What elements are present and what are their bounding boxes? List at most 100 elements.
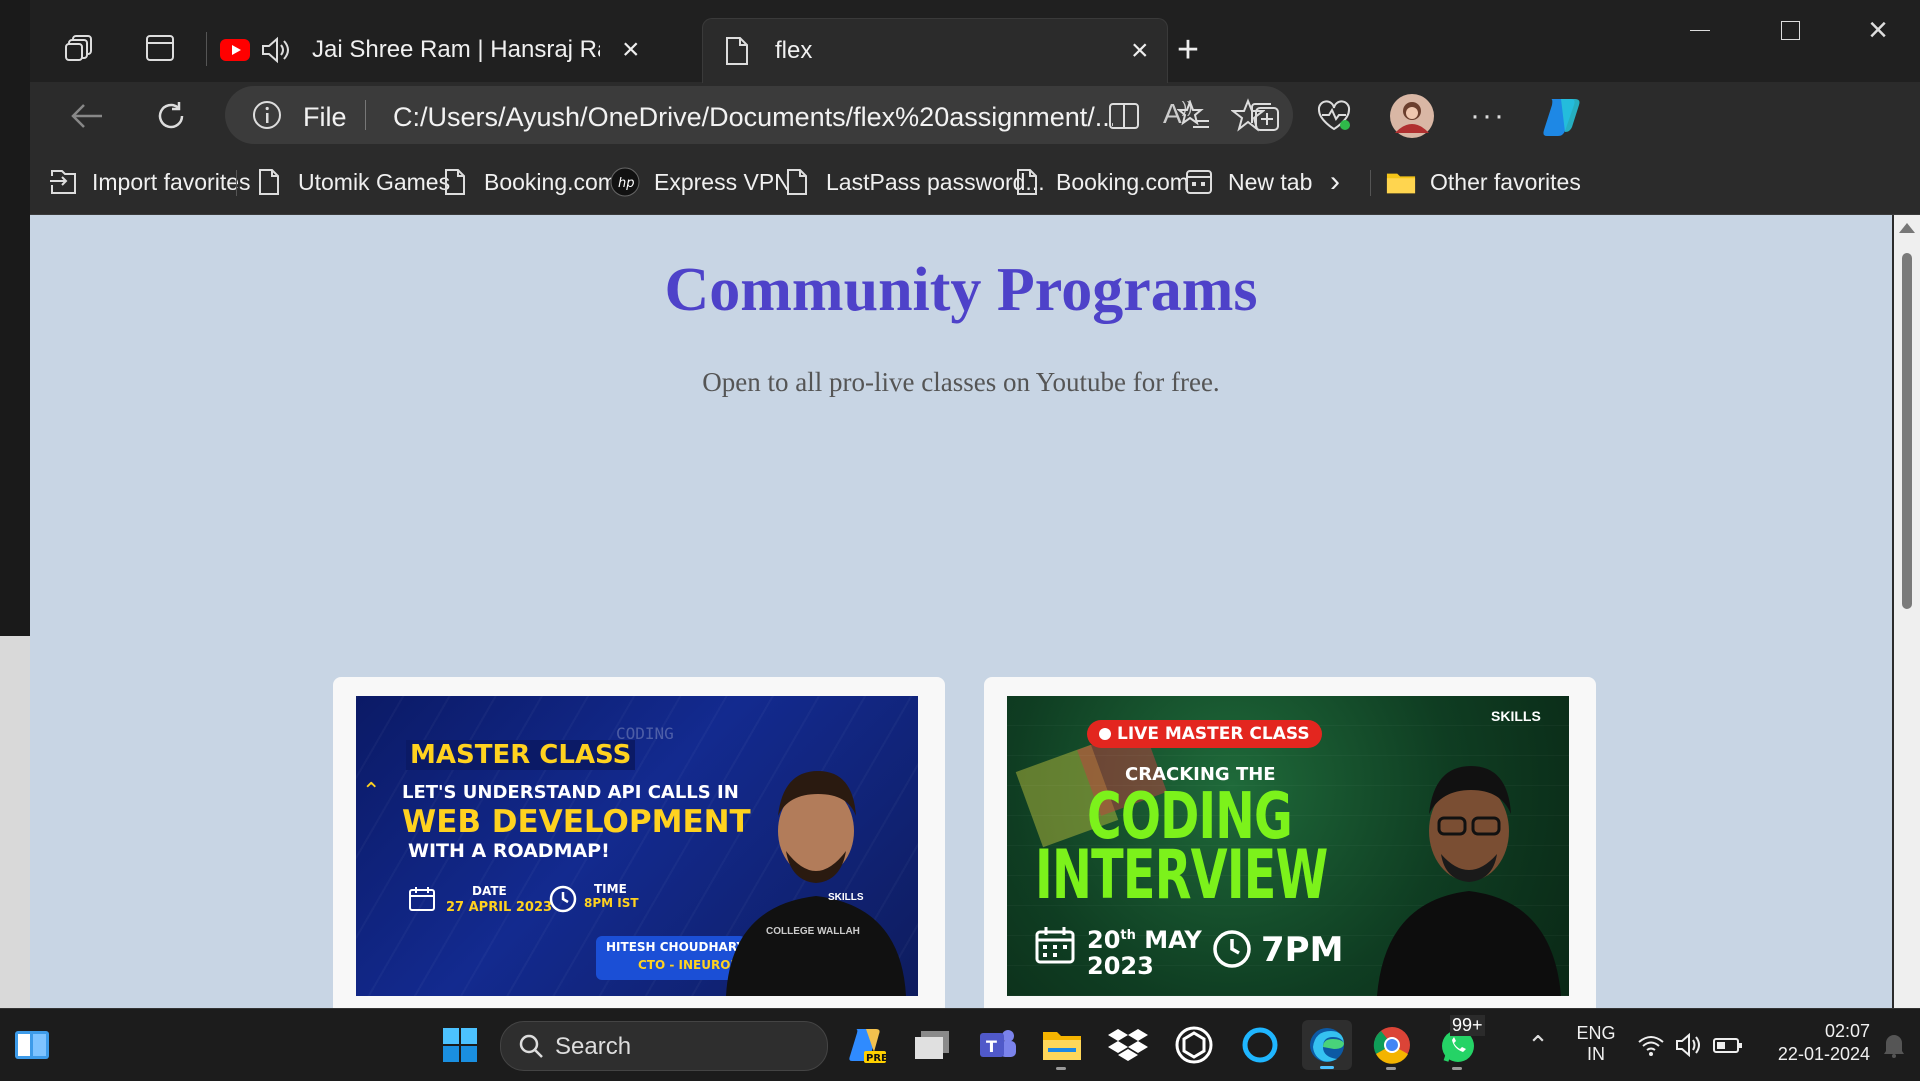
file-icon <box>725 36 755 66</box>
fav-new-tab[interactable]: New tab <box>1184 162 1312 202</box>
page-icon <box>782 166 812 198</box>
teams-app[interactable]: T <box>976 1023 1020 1067</box>
tab-flex[interactable]: flex × <box>702 18 1168 83</box>
fav-booking-1[interactable]: Booking.com <box>440 162 617 202</box>
whatsapp-app[interactable]: 99+ <box>1436 1015 1485 1070</box>
headline: WEB DEVELOPMENT <box>402 804 751 840</box>
copilot-pre-app[interactable]: PRE <box>844 1023 888 1067</box>
page-viewport: Community Programs Open to all pro-live … <box>30 215 1892 1008</box>
workspaces-icon[interactable] <box>60 26 100 70</box>
notifications-button[interactable] <box>1872 1023 1916 1067</box>
url-text[interactable]: C:/Users/Ayush/OneDrive/Documents/flex%2… <box>393 102 1113 133</box>
edge-app[interactable] <box>1302 1020 1352 1070</box>
close-tab-icon[interactable]: × <box>622 33 640 67</box>
scroll-up-arrow-icon[interactable] <box>1899 223 1915 233</box>
fav-label: Express VPN <box>654 168 791 195</box>
refresh-button[interactable] <box>147 92 195 140</box>
language-indicator[interactable]: ENG IN <box>1574 1023 1618 1065</box>
teams-icon: T <box>980 1030 1016 1057</box>
close-icon: × <box>1868 10 1888 49</box>
chrome-app[interactable] <box>1370 1023 1414 1070</box>
vertical-scrollbar[interactable] <box>1894 215 1920 1008</box>
file-explorer-app[interactable] <box>1040 1023 1084 1070</box>
scroll-thumb[interactable] <box>1902 253 1912 609</box>
program-thumbnail[interactable]: LIVE MASTER CLASS CRACKING THE CODING IN… <box>1007 696 1569 996</box>
navigation-toolbar: File C:/Users/Ayush/OneDrive/Documents/f… <box>30 82 1920 152</box>
fav-express-vpn[interactable]: hp Express VPN <box>610 162 791 202</box>
collections-icon <box>1251 103 1279 131</box>
lang-line2: IN <box>1587 1044 1605 1064</box>
scheme-label: File <box>303 102 347 132</box>
fav-label: Booking.com <box>484 168 617 195</box>
more-favorites-button[interactable]: › <box>1330 162 1340 202</box>
fav-label: Booking.com <box>1056 168 1189 195</box>
page-title: Community Programs <box>664 256 1258 324</box>
copilot-button[interactable] <box>1538 92 1586 140</box>
minimize-icon <box>1690 29 1710 31</box>
fav-lastpass[interactable]: LastPass password... <box>782 162 1045 202</box>
import-icon <box>48 166 78 198</box>
fav-utomik-games[interactable]: Utomik Games <box>254 162 450 202</box>
close-window-button[interactable]: × <box>1848 8 1908 52</box>
start-button[interactable] <box>438 1023 482 1067</box>
info-icon[interactable] <box>251 99 283 136</box>
tab-youtube[interactable]: Jai Shree Ram | Hansraj Raghuwanshi × <box>220 18 700 82</box>
youtube-icon <box>220 39 254 61</box>
plus-icon: + <box>1176 28 1200 71</box>
close-tab-icon[interactable]: × <box>1131 34 1149 68</box>
program-card-1[interactable]: CODING MASTER CLASS ⌃ LET'S UNDERSTAND A… <box>333 677 945 1008</box>
taskbar-search[interactable]: Search <box>500 1021 828 1071</box>
copilot-icon <box>1543 99 1580 136</box>
calendar-icon <box>1035 926 1075 969</box>
cortana-app[interactable] <box>1238 1023 1282 1067</box>
task-view-app[interactable] <box>910 1023 954 1067</box>
profile-button[interactable] <box>1388 92 1436 140</box>
taskbar: Search PRE T 99+ ⌃ ENG IN 02:07 22-01-20… <box>0 1008 1920 1081</box>
fav-import-favorites[interactable]: Import favorites <box>48 162 251 202</box>
fav-label: New tab <box>1228 168 1313 195</box>
fav-booking-2[interactable]: Booking.com <box>1012 162 1189 202</box>
tray-overflow-button[interactable]: ⌃ <box>1516 1023 1560 1067</box>
fav-label: Other favorites <box>1430 168 1581 195</box>
battery-icon <box>1713 1038 1742 1053</box>
collections-button[interactable] <box>1240 92 1288 140</box>
clock[interactable]: 02:07 22-01-2024 <box>1758 1021 1870 1065</box>
svg-text:hp: hp <box>618 176 635 191</box>
favorites-bar: Import favorites Utomik Games Booking.co… <box>30 152 1920 215</box>
brand-text: SKILLS <box>828 892 864 903</box>
widgets-button[interactable] <box>10 1023 54 1067</box>
quick-settings-button[interactable] <box>1630 1023 1750 1067</box>
split-screen-button[interactable] <box>1100 92 1148 140</box>
edge-icon <box>1310 1028 1344 1062</box>
date-value: 27 APRIL 2023 <box>446 900 553 915</box>
other-favorites-folder[interactable]: Other favorites <box>1386 162 1581 202</box>
more-options-button[interactable]: ··· <box>1464 92 1512 140</box>
audio-icon[interactable] <box>260 35 304 65</box>
favorites-button[interactable] <box>1170 92 1218 140</box>
back-button[interactable] <box>63 92 111 140</box>
copilot-pre-icon: PRE <box>849 1029 886 1064</box>
program-thumbnail[interactable]: CODING MASTER CLASS ⌃ LET'S UNDERSTAND A… <box>356 696 918 996</box>
tab-strip: Jai Shree Ram | Hansraj Raghuwanshi × fl… <box>30 0 1920 83</box>
split-screen-icon <box>1109 103 1139 129</box>
folder-icon <box>1386 166 1416 198</box>
maximize-button[interactable] <box>1760 8 1820 52</box>
badge: LIVE MASTER CLASS <box>1117 724 1310 744</box>
chatgpt-app[interactable] <box>1172 1023 1216 1067</box>
line3: WITH A ROADMAP! <box>408 840 610 862</box>
program-card-2[interactable]: LIVE MASTER CLASS CRACKING THE CODING IN… <box>984 677 1596 1008</box>
newtab-icon <box>1184 166 1214 198</box>
minimize-button[interactable] <box>1670 8 1730 52</box>
dropbox-icon <box>1108 1029 1148 1061</box>
browser-essentials-button[interactable] <box>1310 92 1358 140</box>
new-tab-button[interactable]: + <box>1168 28 1208 72</box>
presenter-photo <box>716 746 916 996</box>
search-placeholder: Search <box>555 1033 632 1060</box>
dropbox-app[interactable] <box>1106 1023 1150 1067</box>
shirt-text: COLLEGE WALLAH <box>766 926 860 937</box>
date-day: 20 <box>1087 926 1121 954</box>
fav-label: Import favorites <box>92 168 251 195</box>
vertical-tabs-icon[interactable] <box>140 26 180 70</box>
bell-icon <box>1884 1035 1904 1058</box>
search-icon <box>517 1032 545 1065</box>
